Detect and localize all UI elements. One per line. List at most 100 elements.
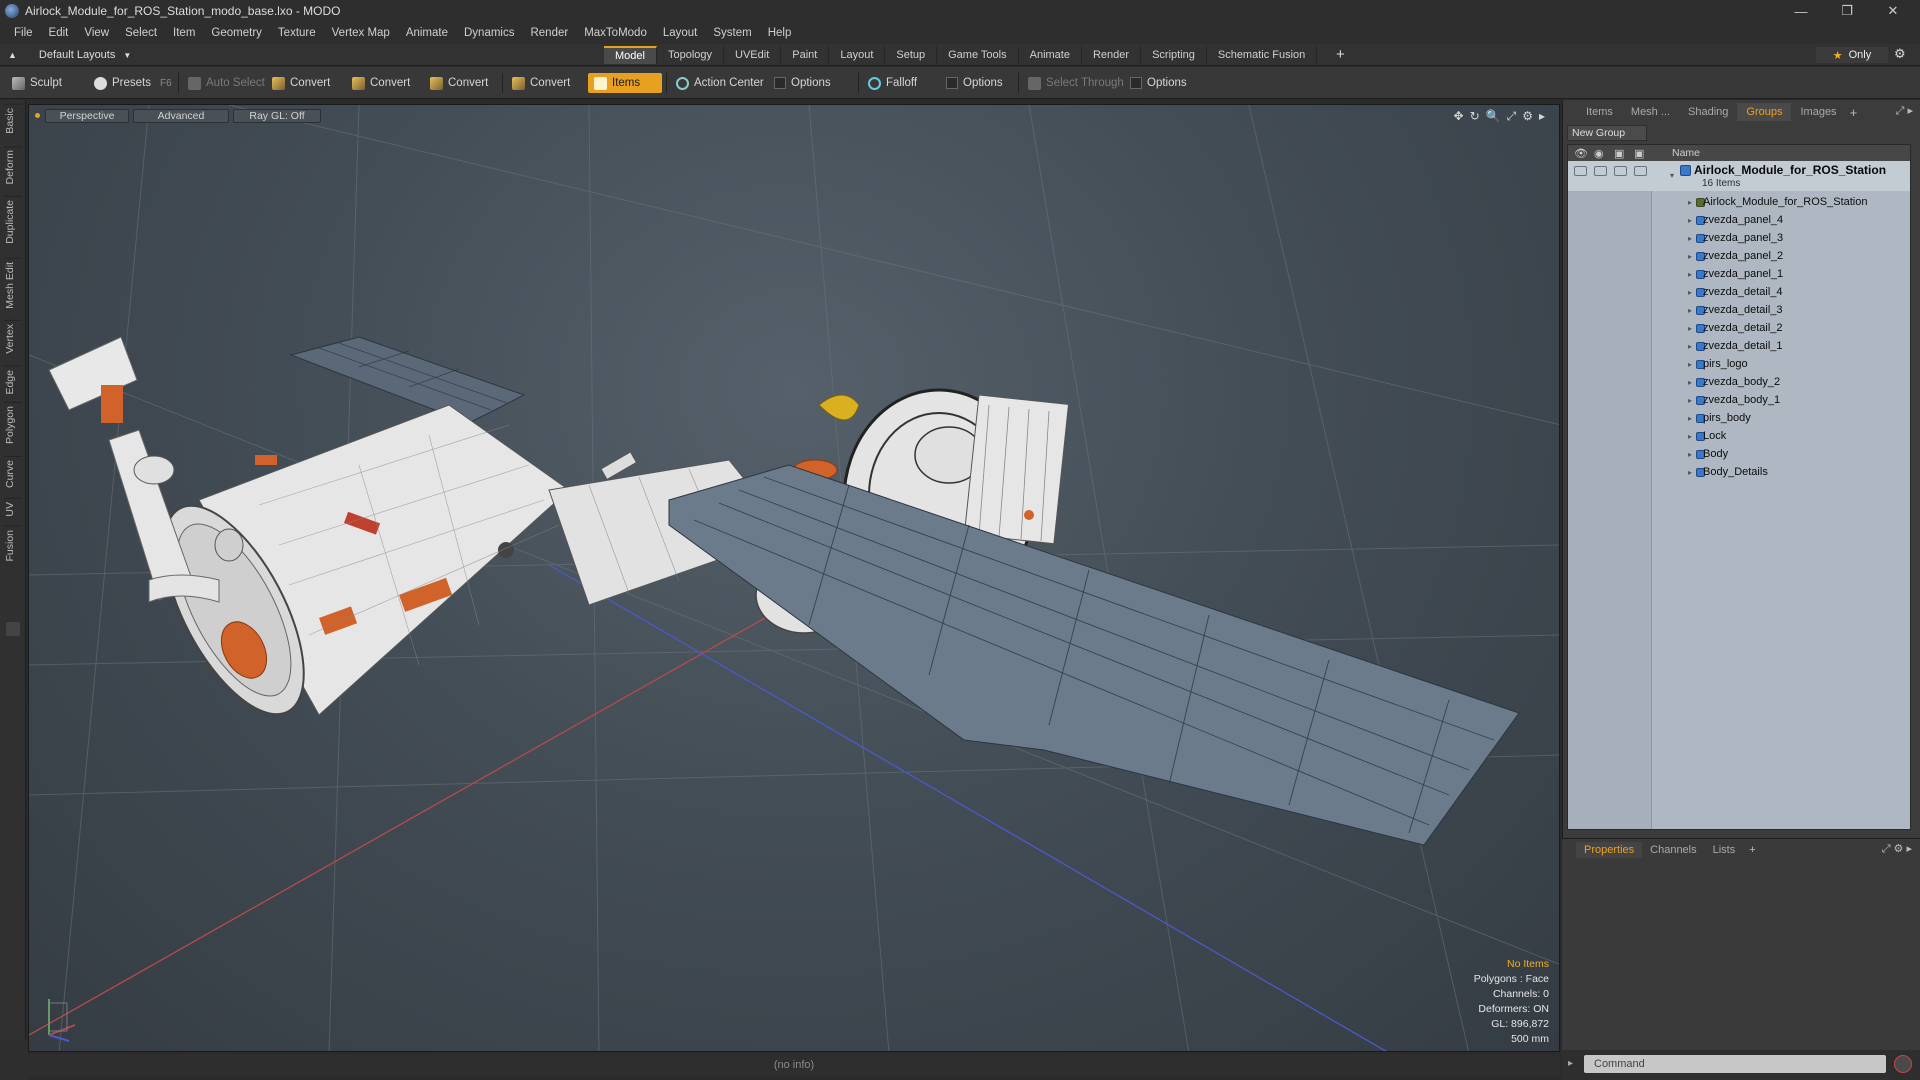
menu-animate[interactable]: Animate bbox=[398, 22, 456, 44]
tab-game-tools[interactable]: Game Tools bbox=[937, 46, 1019, 64]
vtab-basic[interactable]: Basic bbox=[4, 104, 22, 137]
tab-channels[interactable]: Channels bbox=[1642, 842, 1704, 858]
viewport-expand-icon[interactable]: ▸ bbox=[1539, 109, 1545, 124]
options-button-2[interactable]: Options bbox=[940, 73, 1009, 93]
new-group-button[interactable]: New Group bbox=[1567, 125, 1647, 141]
tab-setup[interactable]: Setup bbox=[885, 46, 938, 64]
shading-mode-button[interactable]: Advanced bbox=[133, 109, 229, 123]
vtab-edge[interactable]: Edge bbox=[4, 366, 22, 398]
vtab-curve[interactable]: Curve bbox=[4, 456, 22, 492]
lock-column-icon[interactable]: ▣ bbox=[1614, 147, 1628, 160]
options-checkbox-3[interactable] bbox=[1130, 77, 1142, 89]
menu-render[interactable]: Render bbox=[522, 22, 576, 44]
expand-arrow-icon[interactable]: ▸ bbox=[1688, 270, 1692, 279]
options-button-1[interactable]: Options bbox=[768, 73, 837, 93]
convert-button-1[interactable]: Convert bbox=[266, 73, 336, 93]
list-item[interactable]: ▸ zvezda_detail_1 bbox=[1568, 337, 1910, 355]
menu-help[interactable]: Help bbox=[760, 22, 800, 44]
zoom-icon[interactable]: 🔍 bbox=[1486, 109, 1501, 124]
select-through-button[interactable]: Select Through bbox=[1022, 73, 1130, 93]
group-visibility-toggles[interactable] bbox=[1574, 166, 1647, 176]
options-checkbox-2[interactable] bbox=[946, 77, 958, 89]
command-execute-button[interactable] bbox=[1894, 1055, 1912, 1073]
expand-arrow-icon[interactable]: ▸ bbox=[1688, 234, 1692, 243]
command-history-arrow-icon[interactable]: ▸ bbox=[1568, 1058, 1573, 1069]
vtab-mesh-edit[interactable]: Mesh Edit bbox=[4, 258, 22, 312]
vtab-duplicate[interactable]: Duplicate bbox=[4, 196, 22, 247]
expand-arrow-icon[interactable]: ▸ bbox=[1688, 468, 1692, 477]
layout-selector[interactable]: ▲ Default Layouts ▼ bbox=[8, 47, 131, 63]
expand-arrow-icon[interactable]: ▸ bbox=[1688, 432, 1692, 441]
gear-icon[interactable]: ⚙ bbox=[1894, 46, 1906, 62]
expand-arrow-icon[interactable]: ▸ bbox=[1688, 342, 1692, 351]
menu-dynamics[interactable]: Dynamics bbox=[456, 22, 522, 44]
vtab-uv[interactable]: UV bbox=[4, 498, 22, 520]
vtab-vertex[interactable]: Vertex bbox=[4, 320, 22, 357]
tab-uvedit[interactable]: UVEdit bbox=[724, 46, 782, 64]
menu-texture[interactable]: Texture bbox=[270, 22, 324, 44]
restore-button[interactable]: ❐ bbox=[1824, 0, 1870, 22]
list-item[interactable]: ▸ zvezda_panel_3 bbox=[1568, 229, 1910, 247]
close-button[interactable]: ✕ bbox=[1870, 0, 1916, 22]
list-item[interactable]: ▸ Airlock_Module_for_ROS_Station bbox=[1568, 193, 1910, 211]
list-item[interactable]: ▸ pirs_body bbox=[1568, 409, 1910, 427]
list-item[interactable]: ▸ Body bbox=[1568, 445, 1910, 463]
view-mode-button[interactable]: Perspective bbox=[45, 109, 129, 123]
menu-select[interactable]: Select bbox=[117, 22, 165, 44]
tab-shading[interactable]: Shading bbox=[1679, 103, 1737, 121]
vtab-fusion[interactable]: Fusion bbox=[4, 526, 22, 565]
options-checkbox-1[interactable] bbox=[774, 77, 786, 89]
3d-viewport[interactable]: Perspective Advanced Ray GL: Off ✥ ↻ 🔍 ⤢… bbox=[28, 104, 1560, 1052]
menu-vertex-map[interactable]: Vertex Map bbox=[324, 22, 398, 44]
pan-icon[interactable]: ✥ bbox=[1454, 109, 1464, 124]
menu-view[interactable]: View bbox=[76, 22, 117, 44]
tab-animate[interactable]: Animate bbox=[1019, 46, 1082, 64]
viewport-menu-dot[interactable] bbox=[35, 113, 40, 118]
vtab-polygon[interactable]: Polygon bbox=[4, 402, 22, 447]
properties-expand-icon[interactable]: ⤢ ⚙ ▸ bbox=[1882, 842, 1912, 856]
list-item[interactable]: ▸ zvezda_body_1 bbox=[1568, 391, 1910, 409]
select-column-icon[interactable]: ▣ bbox=[1634, 147, 1648, 160]
expand-arrow-icon[interactable]: ▸ bbox=[1688, 216, 1692, 225]
tab-properties[interactable]: Properties bbox=[1576, 842, 1643, 858]
sculpt-button[interactable]: Sculpt bbox=[6, 73, 68, 93]
list-item[interactable]: ▸ zvezda_panel_2 bbox=[1568, 247, 1910, 265]
list-item[interactable]: ▸ pirs_logo bbox=[1568, 355, 1910, 373]
list-item[interactable]: ▸ zvezda_detail_3 bbox=[1568, 301, 1910, 319]
collapse-arrow-icon[interactable]: ▾ bbox=[1670, 171, 1674, 180]
tab-schematic-fusion[interactable]: Schematic Fusion bbox=[1207, 46, 1318, 64]
presets-button[interactable]: Presets F6 bbox=[88, 73, 178, 93]
visibility-column-eye-icon[interactable]: 👁 bbox=[1574, 147, 1588, 160]
expand-arrow-icon[interactable]: ▸ bbox=[1688, 360, 1692, 369]
add-tab-button[interactable]: + bbox=[1336, 46, 1345, 64]
list-item[interactable]: ▸ zvezda_panel_1 bbox=[1568, 265, 1910, 283]
falloff-button[interactable]: Falloff bbox=[862, 73, 923, 93]
expand-arrow-icon[interactable]: ▸ bbox=[1688, 252, 1692, 261]
list-item[interactable]: ▸ zvezda_detail_4 bbox=[1568, 283, 1910, 301]
tab-images[interactable]: Images bbox=[1791, 103, 1845, 121]
tab-paint[interactable]: Paint bbox=[781, 46, 830, 64]
panel-expand-icon[interactable]: ⤢ ▸ bbox=[1896, 104, 1913, 118]
raygl-button[interactable]: Ray GL: Off bbox=[233, 109, 321, 123]
tab-mesh[interactable]: Mesh ... bbox=[1622, 103, 1679, 121]
menu-file[interactable]: File bbox=[6, 22, 41, 44]
tab-render[interactable]: Render bbox=[1082, 46, 1142, 64]
list-item[interactable]: ▸ zvezda_panel_4 bbox=[1568, 211, 1910, 229]
minimize-button[interactable]: — bbox=[1778, 0, 1824, 22]
tool-strip-toggle-button[interactable] bbox=[6, 622, 20, 636]
tab-scripting[interactable]: Scripting bbox=[1141, 46, 1207, 64]
expand-arrow-icon[interactable]: ▸ bbox=[1688, 414, 1692, 423]
expand-arrow-icon[interactable]: ▸ bbox=[1688, 378, 1692, 387]
only-button[interactable]: ★ Only bbox=[1816, 47, 1888, 63]
tab-items[interactable]: Items bbox=[1577, 103, 1622, 121]
name-column-header[interactable]: Name bbox=[1672, 147, 1700, 159]
expand-arrow-icon[interactable]: ▸ bbox=[1688, 288, 1692, 297]
tab-groups[interactable]: Groups bbox=[1737, 103, 1792, 121]
expand-arrow-icon[interactable]: ▸ bbox=[1688, 396, 1692, 405]
convert-button-4[interactable]: Convert bbox=[506, 73, 576, 93]
list-item[interactable]: ▸ Body_Details bbox=[1568, 463, 1910, 481]
list-item[interactable]: ▸ zvezda_body_2 bbox=[1568, 373, 1910, 391]
menu-geometry[interactable]: Geometry bbox=[203, 22, 270, 44]
command-input[interactable]: Command bbox=[1584, 1055, 1886, 1073]
tab-layout[interactable]: Layout bbox=[829, 46, 886, 64]
